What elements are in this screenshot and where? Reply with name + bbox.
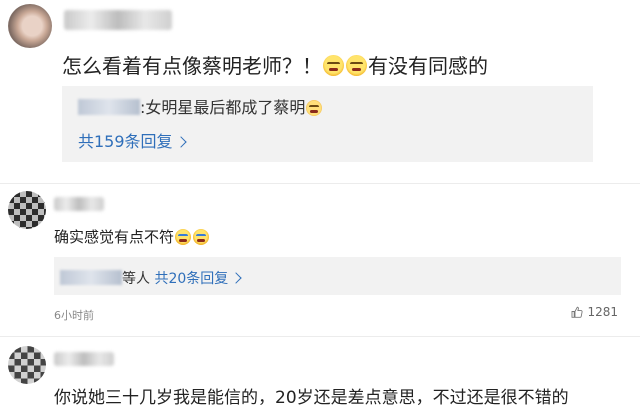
laugh-cry-emoji-icon <box>175 229 192 245</box>
avatar[interactable] <box>8 346 46 384</box>
reply-preview: :女明星最后都成了蔡明 <box>78 94 323 118</box>
reply-count-label: 共20条回复 <box>154 271 229 287</box>
reply-count-label: 共159条回复 <box>78 132 173 151</box>
avatar[interactable] <box>8 4 52 48</box>
username-blurred[interactable] <box>54 197 104 211</box>
cat-emoji-icon <box>306 100 323 116</box>
comment-text: 你说她三十几岁我是能信的，20岁还是差点意思，不过还是很不错的 <box>54 388 569 408</box>
thumbs-up-icon <box>572 306 584 318</box>
reply-preview-box[interactable]: :女明星最后都成了蔡明 共159条回复 <box>62 86 593 162</box>
chevron-right-icon <box>174 136 187 148</box>
chevron-right-icon <box>230 272 242 284</box>
comment-text: 怎么看着有点像蔡明老师？！ 有没有同感的 <box>62 50 488 79</box>
reply-preview-box[interactable]: 等人 共20条回复 <box>54 257 621 295</box>
grin-emoji-icon <box>346 55 367 76</box>
laugh-cry-emoji-icon <box>193 229 210 245</box>
divider <box>0 183 640 184</box>
reply-suffix: 等人 <box>122 271 150 287</box>
view-replies-link[interactable]: 共159条回复 <box>78 128 187 152</box>
grin-emoji-icon <box>323 55 344 76</box>
reply-author-blurred[interactable] <box>78 99 140 115</box>
username-blurred[interactable] <box>64 10 172 30</box>
username-blurred[interactable] <box>54 352 114 366</box>
comment-text: 确实感觉有点不符 <box>54 226 210 247</box>
like-count: 1281 <box>587 305 618 319</box>
like-button[interactable]: 1281 <box>571 305 618 319</box>
reply-preview-text: :女明星最后都成了蔡明 <box>140 98 306 117</box>
view-replies-link[interactable]: 等人 共20条回复 <box>60 268 242 288</box>
timestamp: 6小时前 <box>54 309 94 322</box>
comment-text-body: 确实感觉有点不符 <box>54 228 175 246</box>
comment-text-part2: 有没有同感的 <box>368 54 488 78</box>
avatar[interactable] <box>8 191 46 229</box>
reply-author-blurred[interactable] <box>60 270 122 285</box>
comment-text-part1: 怎么看着有点像蔡明老师？！ <box>62 54 322 78</box>
divider <box>0 336 640 337</box>
